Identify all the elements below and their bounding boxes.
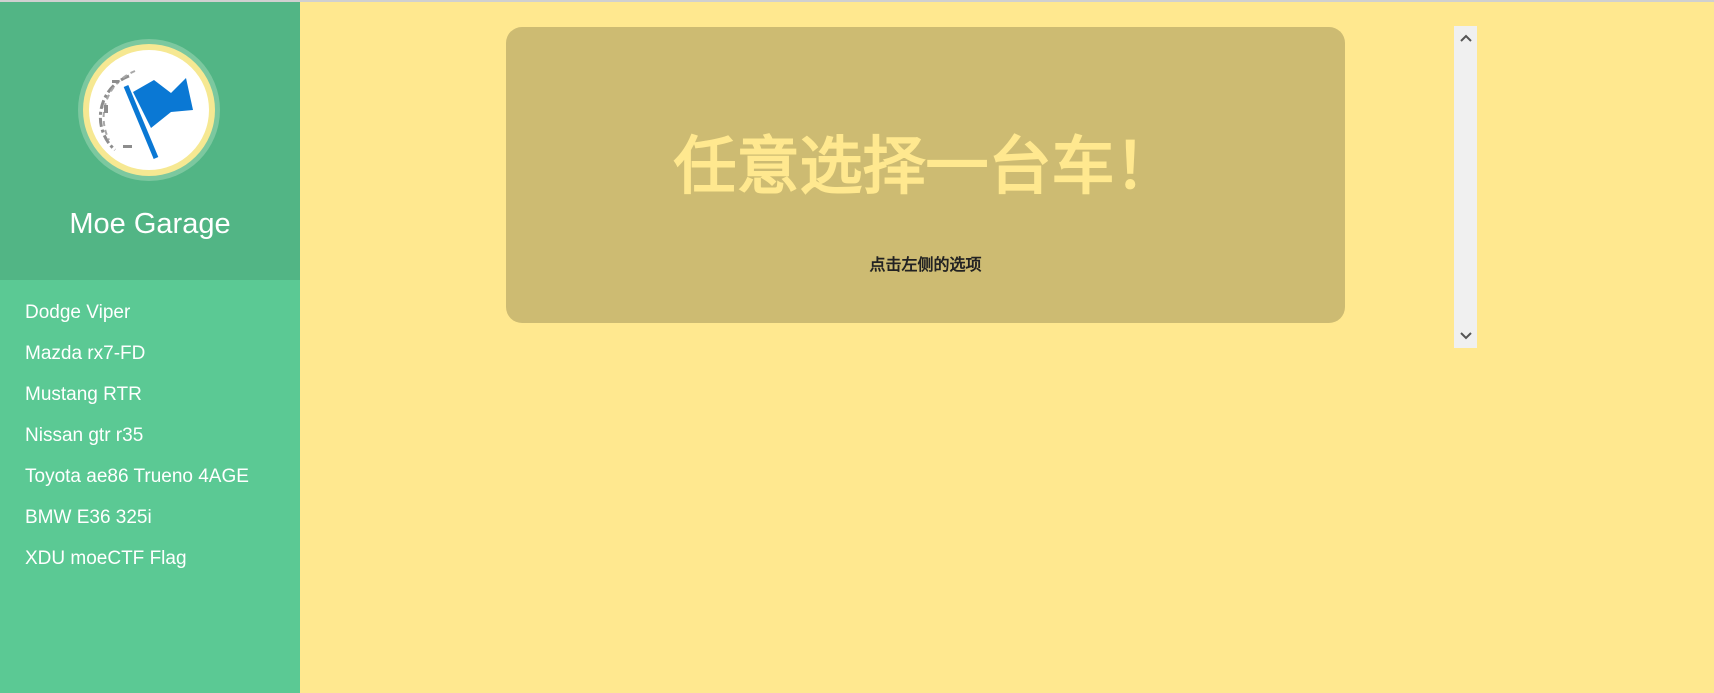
nav-item-dodge-viper[interactable]: Dodge Viper (0, 292, 300, 333)
hero-subtext: 点击左侧的选项 (869, 257, 982, 274)
logo (78, 39, 220, 181)
scroll-down-button[interactable] (1454, 326, 1477, 346)
nav-item-mazda-rx7-fd[interactable]: Mazda rx7-FD (0, 333, 300, 374)
site-title: Moe Garage (69, 208, 231, 240)
sidebar: Moe Garage Dodge Viper Mazda rx7-FD Must… (0, 2, 300, 693)
sidebar-header: Moe Garage (0, 2, 300, 280)
main-content: 任意选择一台车！ 点击左侧的选项 (300, 2, 1714, 693)
chevron-up-icon (1459, 34, 1472, 42)
scroll-up-button[interactable] (1454, 28, 1477, 48)
car-nav-list: Dodge Viper Mazda rx7-FD Mustang RTR Nis… (0, 292, 300, 579)
hero-card: 任意选择一台车！ 点击左侧的选项 (506, 27, 1345, 323)
nav-item-nissan-gtr-r35[interactable]: Nissan gtr r35 (0, 415, 300, 456)
nav-item-bmw-e36[interactable]: BMW E36 325i (0, 497, 300, 538)
chevron-down-icon (1459, 332, 1472, 340)
nav-item-toyota-ae86[interactable]: Toyota ae86 Trueno 4AGE (0, 456, 300, 497)
nav-item-mustang-rtr[interactable]: Mustang RTR (0, 374, 300, 415)
hero-heading: 任意选择一台车！ (673, 132, 1178, 202)
content-scrollbar[interactable] (1454, 26, 1477, 348)
nav-item-moectf-flag[interactable]: XDU moeCTF Flag (0, 538, 300, 579)
flag-icon (98, 70, 193, 159)
